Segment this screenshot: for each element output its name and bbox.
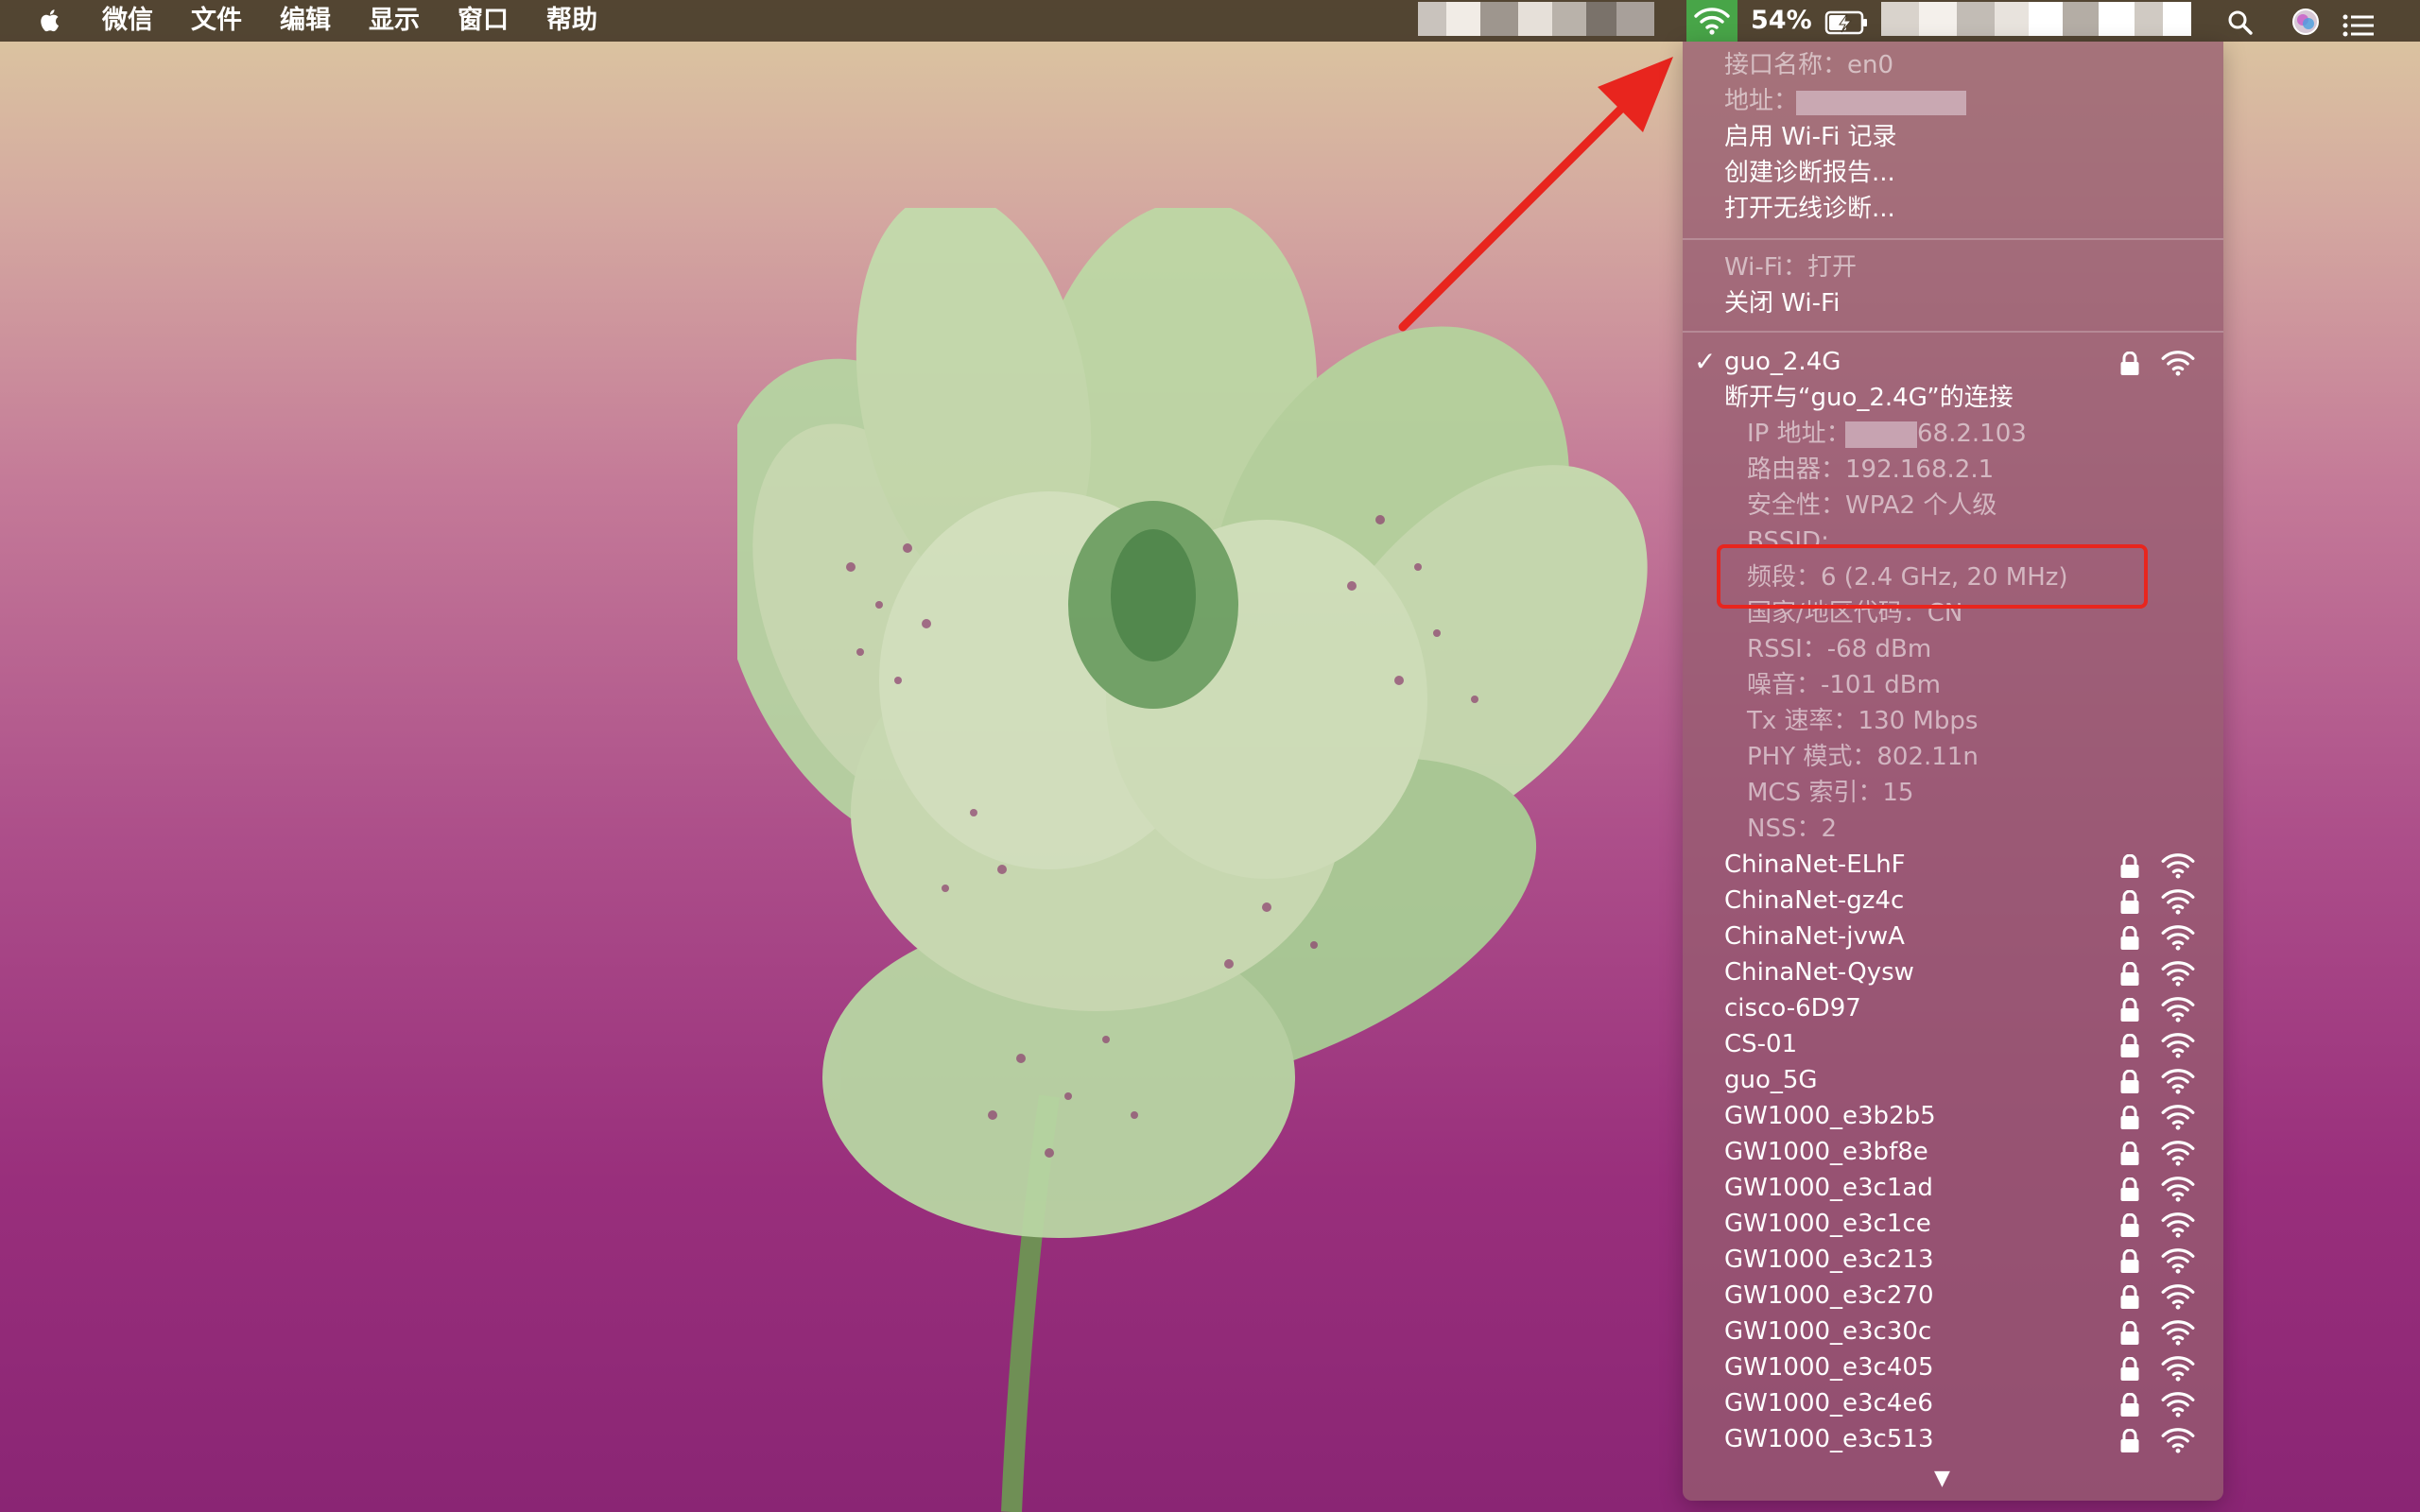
detail-tx-rate: Tx 速率：130 Mbps xyxy=(1747,707,1979,735)
blurred-status-icon xyxy=(2099,2,2135,36)
spotlight-search-icon[interactable] xyxy=(2227,8,2254,35)
redacted-ip-prefix xyxy=(1845,421,1917,448)
battery-charging-icon[interactable] xyxy=(1824,8,1870,35)
network-name: CS-01 xyxy=(1724,1030,1798,1058)
menu-separator xyxy=(1683,331,2223,333)
network-name: ChinaNet-Qysw xyxy=(1724,958,1914,987)
menu-item-enable-wifi-logging[interactable]: 启用 Wi-Fi 记录 xyxy=(1683,119,2223,155)
menu-edit[interactable]: 编辑 xyxy=(280,0,331,42)
flower-wallpaper xyxy=(737,208,1648,1512)
menu-item-disconnect[interactable]: 断开与“guo_2.4G”的连接 xyxy=(1683,380,2223,416)
detail-mcs-index: MCS 索引：15 xyxy=(1747,779,1914,807)
network-name: GW1000_e3c1ce xyxy=(1724,1210,1931,1238)
detail-ip-address: IP 地址： 68.2.103 xyxy=(1747,420,2027,448)
menu-bar: 微信 文件 编辑 显示 窗口 帮助 54% xyxy=(0,0,2420,42)
network-item[interactable]: GW1000_e3b2b5 xyxy=(1683,1098,2223,1134)
menu-separator xyxy=(1683,238,2223,240)
network-item[interactable]: GW1000_e3c405 xyxy=(1683,1349,2223,1385)
scroll-down-arrow-icon[interactable]: ▼ xyxy=(1934,1467,1950,1490)
blurred-status-icon xyxy=(1919,2,1957,36)
annotation-highlight-box xyxy=(1717,544,2148,609)
network-name: GW1000_e3c30c xyxy=(1724,1317,1932,1346)
network-name: GW1000_e3c213 xyxy=(1724,1246,1934,1274)
network-name: cisco-6D97 xyxy=(1724,994,1861,1022)
network-item[interactable]: CS-01 xyxy=(1683,1026,2223,1062)
network-item[interactable]: GW1000_e3c30c xyxy=(1683,1314,2223,1349)
checkmark-icon: ✓ xyxy=(1694,346,1717,377)
network-item[interactable]: GW1000_e3c4e6 xyxy=(1683,1385,2223,1421)
redacted-address xyxy=(1796,91,1966,115)
blurred-status-icon xyxy=(2063,2,2099,36)
detail-rssi: RSSI：-68 dBm xyxy=(1747,635,1932,663)
network-name: guo_5G xyxy=(1724,1066,1818,1094)
detail-noise: 噪音：-101 dBm xyxy=(1747,671,1941,699)
menu-file[interactable]: 文件 xyxy=(191,0,242,42)
network-item[interactable]: guo_5G xyxy=(1683,1062,2223,1098)
blurred-status-icon xyxy=(2135,2,2163,36)
blurred-status-icon xyxy=(2163,2,2191,36)
detail-phy-mode: PHY 模式：802.11n xyxy=(1747,743,1979,771)
network-item[interactable]: GW1000_e3c270 xyxy=(1683,1278,2223,1314)
blurred-status-icon xyxy=(1881,2,1919,36)
network-name: GW1000_e3b2b5 xyxy=(1724,1102,1936,1130)
blurred-status-icon xyxy=(1995,2,2029,36)
network-name: ChinaNet-jvwA xyxy=(1724,922,1905,951)
battery-percentage[interactable]: 54% xyxy=(1751,0,1812,42)
network-name: GW1000_e3c513 xyxy=(1724,1425,1934,1453)
detail-router: 路由器：192.168.2.1 xyxy=(1747,455,1995,484)
detail-security: 安全性：WPA2 个人级 xyxy=(1747,491,1997,520)
siri-icon[interactable] xyxy=(2291,8,2320,35)
network-item[interactable]: GW1000_e3c1ce xyxy=(1683,1206,2223,1242)
notification-center-icon[interactable] xyxy=(2342,9,2375,37)
network-item[interactable]: GW1000_e3c213 xyxy=(1683,1242,2223,1278)
network-item[interactable]: GW1000_e3c1ad xyxy=(1683,1170,2223,1206)
network-item[interactable]: cisco-6D97 xyxy=(1683,990,2223,1026)
wifi-signal-icon xyxy=(2160,1427,2196,1464)
menu-item-open-wireless-diagnostics[interactable]: 打开无线诊断... xyxy=(1683,191,2223,227)
network-item[interactable]: ChinaNet-ELhF xyxy=(1683,847,2223,883)
desktop: 微信 文件 编辑 显示 窗口 帮助 54% 接口名称：en0 地址： 启用 Wi… xyxy=(0,0,2420,1512)
blurred-status-icon xyxy=(2029,2,2063,36)
network-item[interactable]: ChinaNet-gz4c xyxy=(1683,883,2223,919)
wifi-power-status: Wi-Fi：打开 xyxy=(1724,253,1858,282)
network-name: GW1000_e3bf8e xyxy=(1724,1138,1928,1166)
network-item[interactable]: ChinaNet-jvwA xyxy=(1683,919,2223,954)
network-name: GW1000_e3c405 xyxy=(1724,1353,1934,1382)
network-name: ChinaNet-ELhF xyxy=(1724,850,1906,879)
network-name: GW1000_e3c4e6 xyxy=(1724,1389,1933,1418)
menu-item-create-diagnostic-report[interactable]: 创建诊断报告... xyxy=(1683,155,2223,191)
blurred-status-icon xyxy=(1957,2,1995,36)
menu-view[interactable]: 显示 xyxy=(369,0,420,42)
apple-icon[interactable] xyxy=(38,0,64,42)
network-item[interactable]: ChinaNet-Qysw xyxy=(1683,954,2223,990)
detail-nss: NSS：2 xyxy=(1747,815,1837,843)
menu-window[interactable]: 窗口 xyxy=(458,0,509,42)
wifi-dropdown-menu: 接口名称：en0 地址： 启用 Wi-Fi 记录 创建诊断报告... 打开无线诊… xyxy=(1683,42,2223,1501)
menu-item-turn-wifi-off[interactable]: 关闭 Wi-Fi xyxy=(1683,285,2223,321)
network-item[interactable]: GW1000_e3bf8e xyxy=(1683,1134,2223,1170)
network-name: GW1000_e3c270 xyxy=(1724,1281,1934,1310)
network-name: GW1000_e3c1ad xyxy=(1724,1174,1933,1202)
lock-icon xyxy=(2119,1428,2140,1464)
network-item-connected[interactable]: ✓ guo_2.4G xyxy=(1683,344,2223,380)
annotation-arrow xyxy=(1398,57,1673,332)
network-name: ChinaNet-gz4c xyxy=(1724,886,1905,915)
interface-name: 接口名称：en0 xyxy=(1724,51,1894,79)
network-item[interactable]: GW1000_e3c513 xyxy=(1683,1421,2223,1457)
app-menu-wechat[interactable]: 微信 xyxy=(102,0,153,42)
menu-help[interactable]: 帮助 xyxy=(546,0,597,42)
